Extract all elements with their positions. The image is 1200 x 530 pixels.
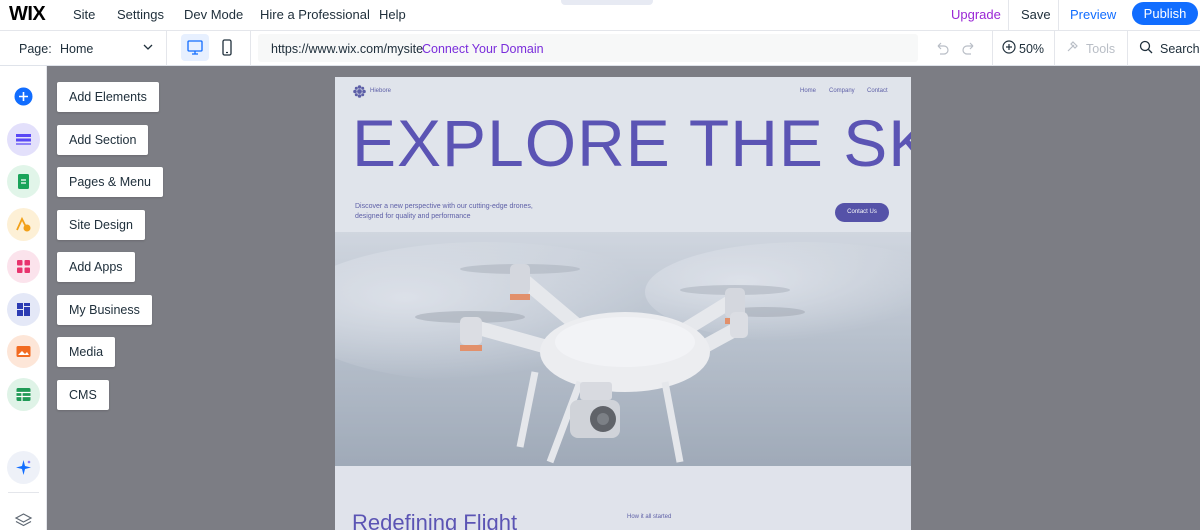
editor-toolbar: Page: Home https://www.wix.com/mysite Co…: [0, 31, 1200, 66]
menu-help[interactable]: Help: [379, 7, 406, 22]
left-sidebar: [0, 66, 47, 530]
divider: [166, 31, 167, 66]
upgrade-link[interactable]: Upgrade: [951, 7, 1001, 22]
add-section-label[interactable]: Add Section: [57, 125, 149, 155]
menu-hire-professional[interactable]: Hire a Professional: [260, 7, 370, 22]
divider: [8, 492, 39, 493]
media-label[interactable]: Media: [57, 337, 116, 367]
search-icon[interactable]: [1139, 40, 1153, 54]
apps-icon: [17, 260, 30, 273]
divider: [992, 31, 993, 66]
pages-menu-label[interactable]: Pages & Menu: [57, 167, 163, 197]
menu-dev-mode[interactable]: Dev Mode: [184, 7, 243, 22]
plus-icon: [14, 87, 33, 106]
page-selector[interactable]: Home: [60, 42, 93, 56]
add-apps-label[interactable]: Add Apps: [57, 252, 135, 282]
divider: [250, 31, 251, 66]
menu-settings[interactable]: Settings: [117, 7, 164, 22]
site-url: https://www.wix.com/mysite: [271, 42, 424, 56]
layers-button[interactable]: [7, 504, 40, 530]
divider: [1127, 31, 1128, 66]
page-label: Page:: [19, 42, 52, 56]
layers-icon: [14, 513, 33, 527]
sidebar-my-business[interactable]: [7, 293, 40, 326]
tools-icon[interactable]: [1065, 40, 1079, 54]
save-button[interactable]: Save: [1021, 7, 1051, 22]
my-business-label[interactable]: My Business: [57, 295, 152, 325]
zoom-icon[interactable]: [1002, 40, 1016, 54]
add-elements-label[interactable]: Add Elements: [57, 82, 159, 112]
cms-icon: [16, 388, 31, 401]
top-bar: WIX Site Settings Dev Mode Hire a Profes…: [0, 0, 1200, 31]
business-icon: [17, 303, 30, 316]
menu-site[interactable]: Site: [73, 7, 95, 22]
wix-logo[interactable]: WIX: [9, 3, 46, 26]
zoom-level[interactable]: 50%: [1019, 42, 1044, 56]
site-canvas[interactable]: Hiebore Home Company Contact EXPLORE THE…: [335, 77, 911, 530]
section-icon: [16, 134, 31, 145]
design-icon: [16, 216, 31, 232]
sidebar-add-elements[interactable]: [7, 80, 40, 113]
divider: [1058, 0, 1059, 30]
cms-label[interactable]: CMS: [57, 380, 109, 410]
preview-button[interactable]: Preview: [1070, 7, 1116, 22]
page-switcher-tab[interactable]: [561, 0, 653, 5]
tools-button[interactable]: Tools: [1086, 42, 1115, 56]
connect-domain-link[interactable]: Connect Your Domain: [422, 42, 544, 56]
mobile-icon[interactable]: [218, 37, 236, 59]
sidebar-add-apps[interactable]: [7, 250, 40, 283]
site-design-label[interactable]: Site Design: [57, 210, 145, 240]
search-button[interactable]: Search: [1160, 42, 1200, 56]
desktop-icon: [187, 40, 203, 55]
chevron-down-icon[interactable]: [142, 41, 154, 53]
divider: [1008, 0, 1009, 30]
undo-icon[interactable]: [934, 40, 950, 56]
media-icon: [16, 346, 31, 357]
desktop-view-button[interactable]: [181, 34, 209, 61]
divider: [1054, 31, 1055, 66]
sidebar-media[interactable]: [7, 335, 40, 368]
page-icon: [18, 174, 29, 189]
sidebar-site-design[interactable]: [7, 208, 40, 241]
sidebar-pages-menu[interactable]: [7, 165, 40, 198]
sidebar-cms[interactable]: [7, 378, 40, 411]
ai-assistant-button[interactable]: [7, 451, 40, 484]
sparkle-icon: [16, 460, 31, 475]
canvas-overlay: [335, 77, 911, 530]
redo-icon[interactable]: [961, 40, 977, 56]
sidebar-add-section[interactable]: [7, 123, 40, 156]
publish-button[interactable]: Publish: [1132, 2, 1198, 25]
